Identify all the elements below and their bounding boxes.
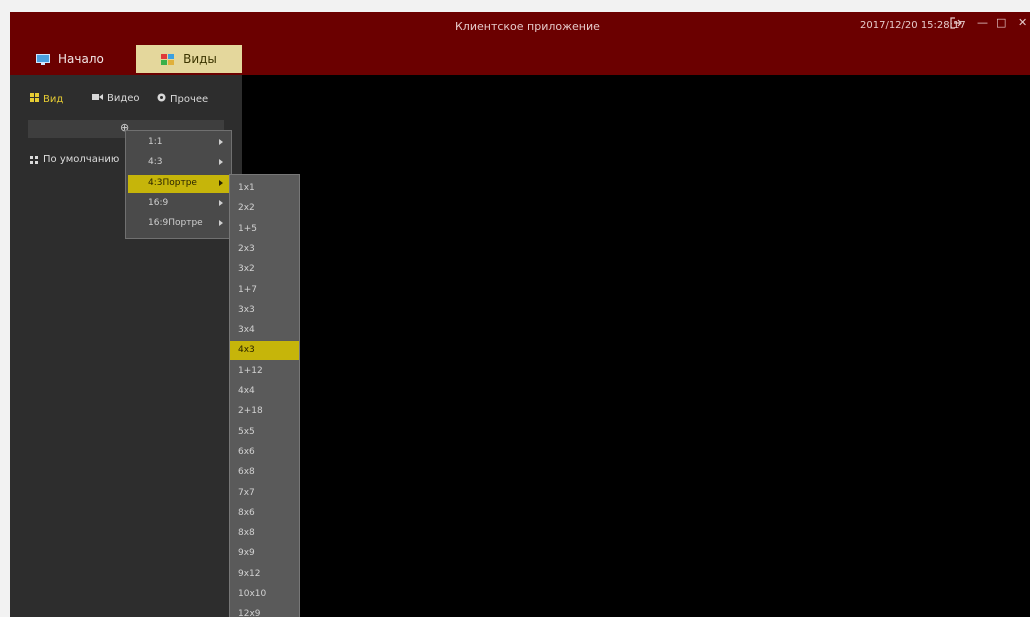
chevron-right-icon <box>219 159 223 165</box>
layout-item-6x8[interactable]: 6x8 <box>230 463 299 482</box>
layout-item-1plus5[interactable]: 1+5 <box>230 220 299 239</box>
layout-item-9x9[interactable]: 9x9 <box>230 544 299 563</box>
chevron-right-icon <box>219 200 223 206</box>
tab-home[interactable]: Начало <box>36 45 136 73</box>
views-grid-icon <box>161 53 175 65</box>
menu-item-16-9[interactable]: 16:9 <box>128 195 229 213</box>
window-title: Клиентское приложение <box>455 20 600 33</box>
chevron-right-icon <box>219 180 223 186</box>
default-view-item[interactable]: По умолчанию <box>30 154 119 165</box>
grid-icon <box>30 93 39 105</box>
layout-item-2plus18[interactable]: 2+18 <box>230 402 299 421</box>
layout-item-3x4[interactable]: 3x4 <box>230 321 299 340</box>
subtab-video-label: Видео <box>107 93 140 104</box>
menu-item-4-3-portrait[interactable]: 4:3Портре <box>128 175 229 193</box>
layout-item-4x4[interactable]: 4x4 <box>230 382 299 401</box>
minimize-button[interactable]: — <box>977 16 988 29</box>
grid-icon <box>30 155 38 164</box>
chevron-right-icon <box>219 139 223 145</box>
layout-item-2x3[interactable]: 2x3 <box>230 240 299 259</box>
layout-item-7x7[interactable]: 7x7 <box>230 484 299 503</box>
layout-item-1plus12[interactable]: 1+12 <box>230 362 299 381</box>
layout-item-8x6[interactable]: 8x6 <box>230 504 299 523</box>
subtab-other[interactable]: Прочее <box>157 93 208 105</box>
layout-submenu: 1x1 2x2 1+5 2x3 3x2 1+7 3x3 3x4 4x3 1+12 4x4 2+18 5x… <box>229 174 300 617</box>
gear-icon <box>157 93 166 105</box>
layout-item-3x2[interactable]: 3x2 <box>230 260 299 279</box>
layout-item-10x10[interactable]: 10x10 <box>230 585 299 604</box>
layout-item-1plus7[interactable]: 1+7 <box>230 281 299 300</box>
layout-item-9x12[interactable]: 9x12 <box>230 565 299 584</box>
tab-views[interactable]: Виды <box>136 45 242 73</box>
layout-item-12x9[interactable]: 12x9 <box>230 605 299 617</box>
layout-item-8x8[interactable]: 8x8 <box>230 524 299 543</box>
tab-views-label: Виды <box>183 52 217 66</box>
logout-icon[interactable] <box>950 17 962 32</box>
layout-item-2x2[interactable]: 2x2 <box>230 199 299 218</box>
app-window: Клиентское приложение 2017/12/20 15:28:1… <box>10 12 1030 617</box>
layout-item-4x3[interactable]: 4x3 <box>230 341 299 361</box>
subtab-view[interactable]: Вид <box>30 93 63 105</box>
subtab-video[interactable]: Видео <box>92 93 140 104</box>
subtab-other-label: Прочее <box>170 93 209 105</box>
aspect-ratio-menu: 1:1 4:3 4:3Портре 16:9 16:9Портре <box>125 130 232 239</box>
tab-home-label: Начало <box>58 52 104 66</box>
menu-item-4-3[interactable]: 4:3 <box>128 154 229 172</box>
layout-item-3x3[interactable]: 3x3 <box>230 301 299 320</box>
layout-item-5x5[interactable]: 5x5 <box>230 423 299 442</box>
title-bar: Клиентское приложение 2017/12/20 15:28:1… <box>10 12 1030 75</box>
subtab-view-label: Вид <box>43 93 64 105</box>
menu-item-16-9-portrait[interactable]: 16:9Портре <box>128 215 229 233</box>
camera-icon <box>92 93 103 104</box>
default-view-label: По умолчанию <box>43 154 120 165</box>
chevron-right-icon <box>219 220 223 226</box>
close-button[interactable]: ✕ <box>1018 16 1027 29</box>
menu-item-1-1[interactable]: 1:1 <box>128 134 229 152</box>
maximize-button[interactable]: □ <box>996 16 1006 29</box>
layout-item-1x1[interactable]: 1x1 <box>230 179 299 198</box>
monitor-icon <box>36 53 50 65</box>
layout-item-6x6[interactable]: 6x6 <box>230 443 299 462</box>
